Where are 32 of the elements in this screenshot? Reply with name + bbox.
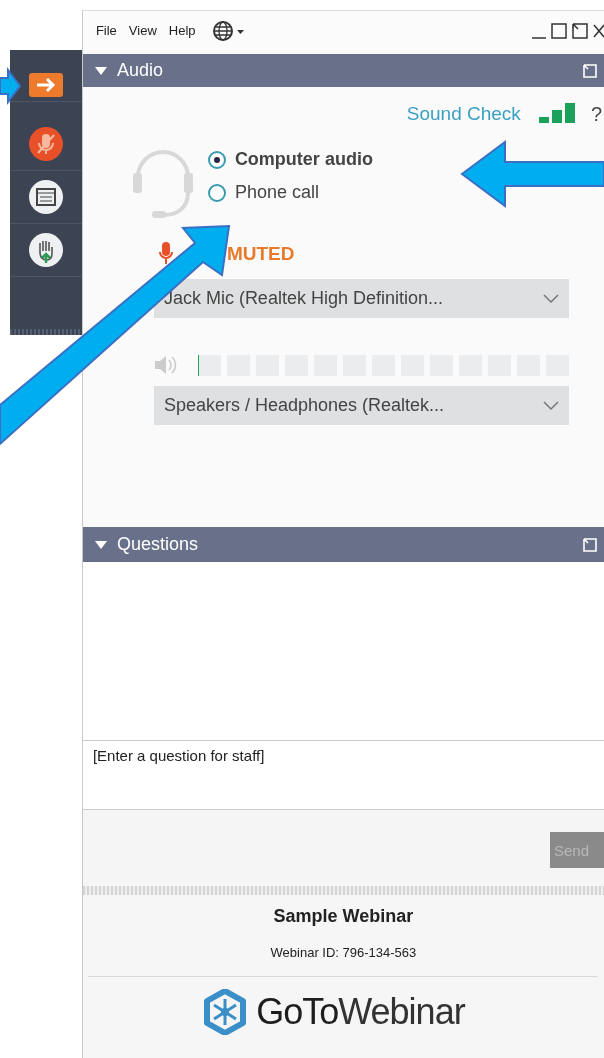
- collapse-triangle-icon[interactable]: [94, 66, 107, 75]
- popout-icon[interactable]: [571, 20, 589, 41]
- muted-microphone-icon[interactable]: [27, 126, 64, 162]
- menu-item[interactable]: View: [128, 23, 157, 38]
- audio-panel-header[interactable]: Audio: [82, 54, 604, 87]
- popout-icon[interactable]: [582, 536, 598, 553]
- mute-status: MUTED: [226, 243, 295, 265]
- annotation-arrow: [0, 67, 22, 105]
- maximize-icon[interactable]: [550, 20, 568, 41]
- menu-item[interactable]: File: [95, 23, 117, 38]
- raised-hand-icon[interactable]: [27, 232, 64, 268]
- collapse-triangle-icon[interactable]: [94, 540, 107, 549]
- webinar-title: Sample Webinar: [273, 906, 414, 927]
- meter-segment: [197, 354, 221, 376]
- language-globe-icon[interactable]: [211, 19, 246, 42]
- calendar-icon[interactable]: [27, 179, 64, 215]
- chevron-down-icon: [542, 400, 559, 411]
- questions-panel-header[interactable]: Questions: [82, 527, 604, 562]
- snowflake-logo-icon: [202, 989, 249, 1035]
- speaker-dropdown[interactable]: Speakers / Headphones (Realtek...: [153, 386, 569, 425]
- splitter-handle[interactable]: [82, 886, 604, 895]
- menu-item[interactable]: Help: [168, 23, 196, 38]
- product-logo: GoToWebinar: [256, 991, 465, 1033]
- question-input-field[interactable]: [Enter a question for staff]: [82, 740, 604, 810]
- popout-icon[interactable]: [582, 62, 598, 79]
- chevron-down-icon: [542, 293, 559, 304]
- microphone-icon: [158, 242, 173, 266]
- microphone-dropdown[interactable]: Jack Mic (Realtek High Definition...: [153, 279, 569, 318]
- radio-option[interactable]: Phone call: [207, 182, 373, 203]
- help-button[interactable]: ?: [590, 102, 602, 126]
- radio-option[interactable]: Computer audio: [207, 149, 373, 170]
- webinar-id: Webinar ID: 796-134-563: [88, 945, 599, 977]
